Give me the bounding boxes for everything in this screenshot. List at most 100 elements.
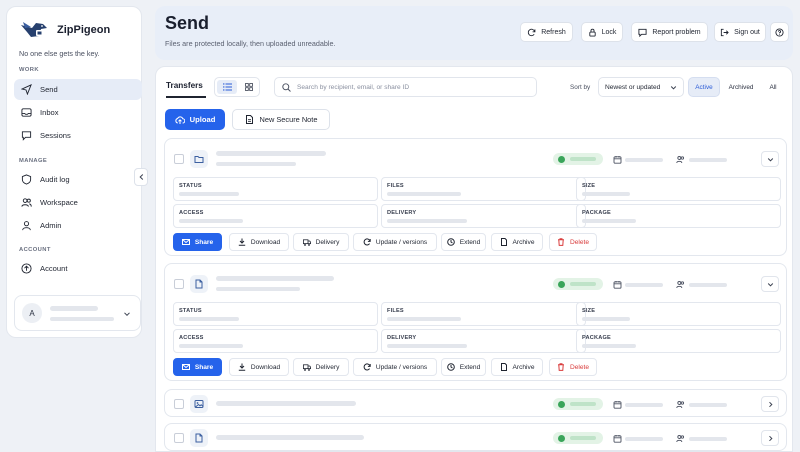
send-icon <box>21 84 32 95</box>
download-button[interactable]: Download <box>229 358 289 376</box>
delete-button[interactable]: Delete <box>549 358 597 376</box>
lock-label: Lock <box>601 28 617 36</box>
sidebar-item-audit-log[interactable]: Audit log <box>14 169 142 190</box>
mail-icon <box>181 364 190 370</box>
update-versions-button[interactable]: Update / versions <box>353 358 437 376</box>
status-filter-group: Active Archived All <box>688 77 786 97</box>
users-icon <box>676 156 685 164</box>
trash-icon <box>557 238 564 246</box>
page-subtitle: Files are protected locally, then upload… <box>165 39 336 48</box>
delete-label: Delete <box>569 363 590 371</box>
field-files: FILES <box>381 177 586 201</box>
user-menu[interactable]: A <box>14 295 141 331</box>
extend-label: Extend <box>459 363 481 371</box>
update-versions-label: Update / versions <box>375 363 428 371</box>
select-checkbox[interactable] <box>174 433 184 443</box>
archive-button[interactable]: Archive <box>491 358 543 376</box>
page-title: Send <box>165 13 210 33</box>
sidebar-item-send[interactable]: Send <box>14 79 142 100</box>
tagline: No one else gets the key. <box>19 49 100 58</box>
archive-label: Archive <box>512 363 535 371</box>
share-button[interactable]: Share <box>173 233 222 251</box>
sidebar-item-inbox[interactable]: Inbox <box>14 102 142 123</box>
field-access: ACCESS <box>173 204 378 228</box>
delivery-button[interactable]: Delivery <box>293 233 349 251</box>
recipients-placeholder <box>689 437 727 441</box>
refresh-button[interactable]: Refresh <box>520 22 573 42</box>
sort-select[interactable]: Newest or updated <box>598 77 684 97</box>
grid-view-button[interactable] <box>239 80 259 94</box>
collapse-sidebar-button[interactable] <box>134 168 148 186</box>
delivery-button[interactable]: Delivery <box>293 358 349 376</box>
search-input[interactable] <box>296 83 536 91</box>
share-label: Share <box>194 363 214 371</box>
filter-archived[interactable]: Archived <box>722 77 760 97</box>
help-icon <box>775 27 784 37</box>
user-icon <box>22 221 31 231</box>
select-checkbox[interactable] <box>174 279 184 289</box>
expand-card-button[interactable] <box>761 430 779 446</box>
list-view-button[interactable] <box>217 80 237 94</box>
sort-label: Sort by <box>570 84 591 91</box>
collapse-card-button[interactable] <box>761 151 779 167</box>
lock-icon <box>588 28 596 37</box>
brand[interactable]: ZipPigeon <box>19 19 110 41</box>
page-header: Send Files are protected locally, then u… <box>155 6 793 60</box>
archive-label: Archive <box>512 238 535 246</box>
search-field[interactable] <box>274 77 537 97</box>
field-package: PACKAGE <box>576 329 781 353</box>
chevron-down-icon <box>124 312 130 317</box>
users-icon <box>676 281 685 289</box>
expand-card-button[interactable] <box>761 396 779 412</box>
lock-button[interactable]: Lock <box>581 22 623 42</box>
check-circle-icon <box>558 434 565 442</box>
sidebar-item-label: Inbox <box>40 108 59 117</box>
collapse-card-button[interactable] <box>761 276 779 292</box>
chevron-right-icon <box>768 435 773 441</box>
delivery-label: Delivery <box>315 363 340 371</box>
archive-button[interactable]: Archive <box>491 233 543 251</box>
sign-out-label: Sign out <box>734 28 760 36</box>
download-button[interactable]: Download <box>229 233 289 251</box>
new-secure-note-button[interactable]: New Secure Note <box>232 109 330 130</box>
transfer-card <box>164 389 787 417</box>
extend-button[interactable]: Extend <box>441 233 486 251</box>
image-icon <box>194 400 204 408</box>
chat-icon <box>21 131 32 141</box>
section-label-work: WORK <box>19 67 39 73</box>
update-versions-button[interactable]: Update / versions <box>353 233 437 251</box>
recipients-placeholder <box>689 283 727 287</box>
field-label: PACKAGE <box>582 210 611 216</box>
shield-icon <box>21 174 32 185</box>
filter-all[interactable]: All <box>762 77 784 97</box>
sidebar-item-account[interactable]: Account <box>14 258 142 279</box>
tab-transfers[interactable]: Transfers <box>166 81 203 90</box>
delete-button[interactable]: Delete <box>549 233 597 251</box>
field-delivery: DELIVERY <box>381 329 586 353</box>
delete-label: Delete <box>569 238 590 246</box>
delivery-label: Delivery <box>315 238 340 246</box>
sign-out-button[interactable]: Sign out <box>714 22 766 42</box>
app-name: ZipPigeon <box>57 24 111 36</box>
transfer-type-badge <box>190 395 208 413</box>
help-button[interactable] <box>770 22 789 42</box>
extend-button[interactable]: Extend <box>441 358 486 376</box>
transfer-card: STATUS FILES SIZE ACCESS DELIVERY PACKAG… <box>164 138 787 256</box>
date-placeholder <box>625 158 663 162</box>
share-button[interactable]: Share <box>173 358 222 376</box>
upload-button[interactable]: Upload <box>165 109 225 130</box>
filter-active[interactable]: Active <box>688 77 720 97</box>
sidebar-item-sessions[interactable]: Sessions <box>14 125 142 146</box>
inbox-icon <box>21 108 32 117</box>
section-label-manage: MANAGE <box>19 158 48 164</box>
view-toggle <box>214 77 260 97</box>
field-label: ACCESS <box>179 210 204 216</box>
select-checkbox[interactable] <box>174 399 184 409</box>
card-actions: Share Download Delivery Update / version… <box>173 358 783 376</box>
sidebar-item-admin[interactable]: Admin <box>14 215 142 236</box>
report-problem-button[interactable]: Report problem <box>631 22 708 42</box>
avatar: A <box>22 303 42 323</box>
select-checkbox[interactable] <box>174 154 184 164</box>
transfer-type-badge <box>190 275 208 293</box>
sidebar-item-workspace[interactable]: Workspace <box>14 192 142 213</box>
